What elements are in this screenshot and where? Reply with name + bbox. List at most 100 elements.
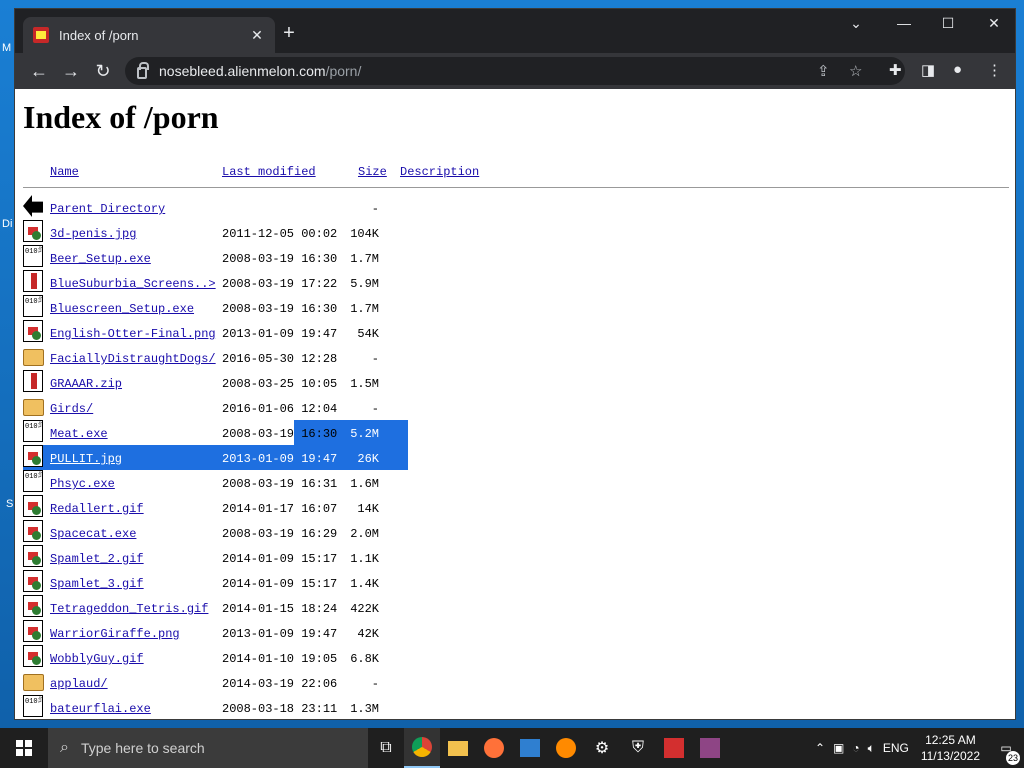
taskbar-search-box[interactable]: ⌕ Type here to search xyxy=(48,728,368,768)
binary-file-icon xyxy=(23,470,43,492)
file-listing: Name Last modified Size Description Pare… xyxy=(23,153,1009,717)
file-date: 2008-03-19 17:22 xyxy=(222,277,338,291)
side-panel-icon[interactable]: ◨ xyxy=(921,61,935,79)
maximize-button[interactable]: ☐ xyxy=(933,15,963,32)
file-size: 1.4K xyxy=(350,577,379,591)
file-row: Beer_Setup.exe 2008-03-19 16:30 1.7M xyxy=(23,245,403,270)
reload-button[interactable]: ↻ xyxy=(87,61,119,82)
file-size: 1.5M xyxy=(350,377,379,391)
browser-tab[interactable]: Index of /porn ✕ xyxy=(23,17,275,53)
clock-date: 11/13/2022 xyxy=(920,749,980,763)
settings-gear-icon[interactable]: ⚙ xyxy=(584,728,620,768)
tab-title: Index of /porn xyxy=(59,27,139,43)
language-indicator[interactable]: ENG xyxy=(883,741,909,755)
virtualbox-icon[interactable] xyxy=(512,728,548,768)
file-link[interactable]: GRAAAR.zip xyxy=(50,377,122,391)
winrar-icon[interactable] xyxy=(692,728,728,768)
close-window-button[interactable]: ✕ xyxy=(979,15,1009,32)
file-link[interactable]: Parent Directory xyxy=(50,202,165,216)
avira-icon[interactable] xyxy=(656,728,692,768)
column-last-modified-link[interactable]: Last modified xyxy=(222,165,316,179)
binary-file-icon xyxy=(23,295,43,317)
file-size: 42K xyxy=(357,627,379,641)
volume-icon[interactable]: 🔈︎ xyxy=(868,741,875,756)
chevron-up-icon[interactable]: ⌃ xyxy=(815,741,825,755)
menu-icon[interactable]: ⋮ xyxy=(987,61,1002,79)
file-size: - xyxy=(371,352,379,366)
file-link[interactable]: Redallert.gif xyxy=(50,502,144,516)
file-size: - xyxy=(371,677,379,691)
clock-time: 12:25 AM xyxy=(925,733,976,747)
address-bar[interactable]: nosebleed.alienmelon.com/porn/ ⇪ ☆ xyxy=(125,57,905,85)
taskbar: ⌕ Type here to search ⧉ ⚙ ⛨ ⌃ ▣ ◔ 🔈︎ ENG… xyxy=(0,728,1024,768)
file-link[interactable]: 3d-penis.jpg xyxy=(50,227,136,241)
sublime-icon[interactable] xyxy=(548,728,584,768)
file-link[interactable]: PULLIT.jpg xyxy=(50,452,122,466)
image-file-icon xyxy=(23,220,43,242)
file-row: applaud/2014-03-19 22:06 - xyxy=(23,670,403,695)
network-icon[interactable]: ▣ xyxy=(833,741,844,755)
forward-button[interactable]: → xyxy=(55,61,87,82)
minimize-button[interactable]: — xyxy=(889,15,919,31)
file-row: Spamlet_2.gif 2014-01-09 15:17 1.1K xyxy=(23,545,403,570)
file-link[interactable]: applaud/ xyxy=(50,677,108,691)
clock[interactable]: 12:25 AM 11/13/2022 xyxy=(921,732,980,764)
firefox-icon[interactable] xyxy=(476,728,512,768)
file-size: 1.6M xyxy=(350,477,379,491)
file-size: - xyxy=(371,402,379,416)
favicon-icon xyxy=(33,27,49,43)
binary-file-icon xyxy=(23,420,43,442)
image-file-icon xyxy=(23,320,43,342)
file-size: 5.9M xyxy=(350,277,379,291)
file-size: - xyxy=(371,202,379,216)
notification-center-button[interactable]: ▭ 23 xyxy=(988,741,1024,765)
tab-search-icon[interactable]: ⌄ xyxy=(841,15,871,32)
file-size: 54K xyxy=(357,327,379,341)
file-row: Spacecat.exe 2008-03-19 16:29 2.0M xyxy=(23,520,403,545)
new-tab-button[interactable]: + xyxy=(277,23,301,43)
file-link[interactable]: Bluescreen_Setup.exe xyxy=(50,302,194,316)
column-size-link[interactable]: Size xyxy=(358,165,387,179)
desktop-icon-label: M xyxy=(2,42,12,54)
file-size: 1.7M xyxy=(350,252,379,266)
security-shield-icon[interactable]: ⛨ xyxy=(620,728,656,768)
file-date: 2011-12-05 00:02 xyxy=(222,227,338,241)
tab-close-icon[interactable]: ✕ xyxy=(249,27,265,44)
task-view-icon[interactable]: ⧉ xyxy=(368,728,404,768)
file-link[interactable]: BlueSuburbia_Screens..> xyxy=(50,277,216,291)
file-explorer-icon[interactable] xyxy=(440,728,476,768)
file-link[interactable]: Tetrageddon_Tetris.gif xyxy=(50,602,208,616)
file-date: 2014-01-15 18:24 xyxy=(222,602,338,616)
extensions-icon[interactable]: ✚ xyxy=(889,61,902,79)
column-description-link[interactable]: Description xyxy=(400,165,479,179)
share-icon[interactable]: ⇪ xyxy=(817,62,830,80)
profile-icon[interactable]: ● xyxy=(953,61,962,78)
file-link[interactable]: FaciallyDistraughtDogs/ xyxy=(50,352,216,366)
file-date: 2013-01-09 19:47 xyxy=(222,452,338,466)
file-link[interactable]: Girds/ xyxy=(50,402,93,416)
file-size: 104K xyxy=(350,227,379,241)
image-file-icon xyxy=(23,595,43,617)
file-link[interactable]: WobblyGuy.gif xyxy=(50,652,144,666)
chrome-icon[interactable] xyxy=(404,728,440,768)
file-link[interactable]: English-Otter-Final.png xyxy=(50,327,216,341)
wifi-icon[interactable]: ◔ xyxy=(852,741,859,755)
lock-icon[interactable] xyxy=(137,62,149,79)
back-button[interactable]: ← xyxy=(23,61,55,82)
file-size: 6.8K xyxy=(350,652,379,666)
column-name-link[interactable]: Name xyxy=(50,165,79,179)
image-file-icon xyxy=(23,620,43,642)
file-row: WobblyGuy.gif 2014-01-10 19:05 6.8K xyxy=(23,645,403,670)
folder-icon xyxy=(23,674,44,691)
file-link[interactable]: Phsyc.exe xyxy=(50,477,115,491)
file-link[interactable]: Spamlet_2.gif xyxy=(50,552,144,566)
file-link[interactable]: Beer_Setup.exe xyxy=(50,252,151,266)
file-link[interactable]: Spacecat.exe xyxy=(50,527,136,541)
file-link[interactable]: WarriorGiraffe.png xyxy=(50,627,180,641)
bookmark-star-icon[interactable]: ☆ xyxy=(849,62,862,80)
file-link[interactable]: Spamlet_3.gif xyxy=(50,577,144,591)
file-link[interactable]: Meat.exe xyxy=(50,427,108,441)
start-button[interactable] xyxy=(0,728,48,768)
file-link[interactable]: bateurflai.exe xyxy=(50,702,151,716)
file-size: 1.7M xyxy=(350,302,379,316)
